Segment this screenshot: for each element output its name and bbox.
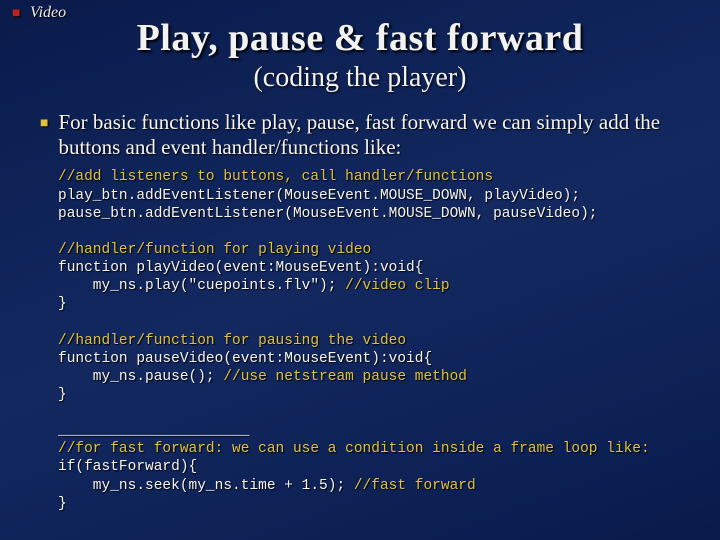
slide-subtitle: (coding the player): [22, 62, 698, 94]
code-line: function pauseVideo(event:MouseEvent):vo…: [58, 351, 432, 367]
code-line: my_ns.play("cuepoints.flv");: [58, 278, 345, 294]
code-comment: //add listeners to buttons, call handler…: [58, 169, 493, 185]
bullet-icon: ■: [40, 116, 48, 132]
slide-title: Play, pause & fast forward: [22, 16, 698, 60]
code-comment: //handler/function for playing video: [58, 242, 371, 258]
bullet-text: For basic functions like play, pause, fa…: [58, 110, 698, 160]
code-line: function playVideo(event:MouseEvent):voi…: [58, 260, 423, 276]
code-line: my_ns.seek(my_ns.time + 1.5);: [58, 478, 354, 494]
code-line: my_ns.pause();: [58, 369, 223, 385]
code-comment: //use netstream pause method: [223, 369, 467, 385]
code-line: play_btn.addEventListener(MouseEvent.MOU…: [58, 188, 580, 204]
code-line: }: [58, 296, 67, 312]
category-label: Video: [30, 4, 66, 22]
code-block: //add listeners to buttons, call handler…: [58, 168, 698, 512]
slide: ■ Video Play, pause & fast forward (codi…: [0, 0, 720, 540]
code-line: if(fastForward){: [58, 459, 197, 475]
code-line: ______________________: [58, 423, 249, 439]
code-comment: //handler/function for pausing the video: [58, 333, 406, 349]
code-line: pause_btn.addEventListener(MouseEvent.MO…: [58, 206, 598, 222]
code-comment: //for fast forward: we can use a conditi…: [58, 441, 650, 457]
code-line: }: [58, 496, 67, 512]
code-comment: //fast forward: [354, 478, 476, 494]
bullet-item: ■ For basic functions like play, pause, …: [40, 110, 698, 160]
slide-body: ■ For basic functions like play, pause, …: [40, 110, 698, 513]
code-line: }: [58, 387, 67, 403]
category-bullet: ■: [12, 6, 20, 22]
code-comment: //video clip: [345, 278, 449, 294]
